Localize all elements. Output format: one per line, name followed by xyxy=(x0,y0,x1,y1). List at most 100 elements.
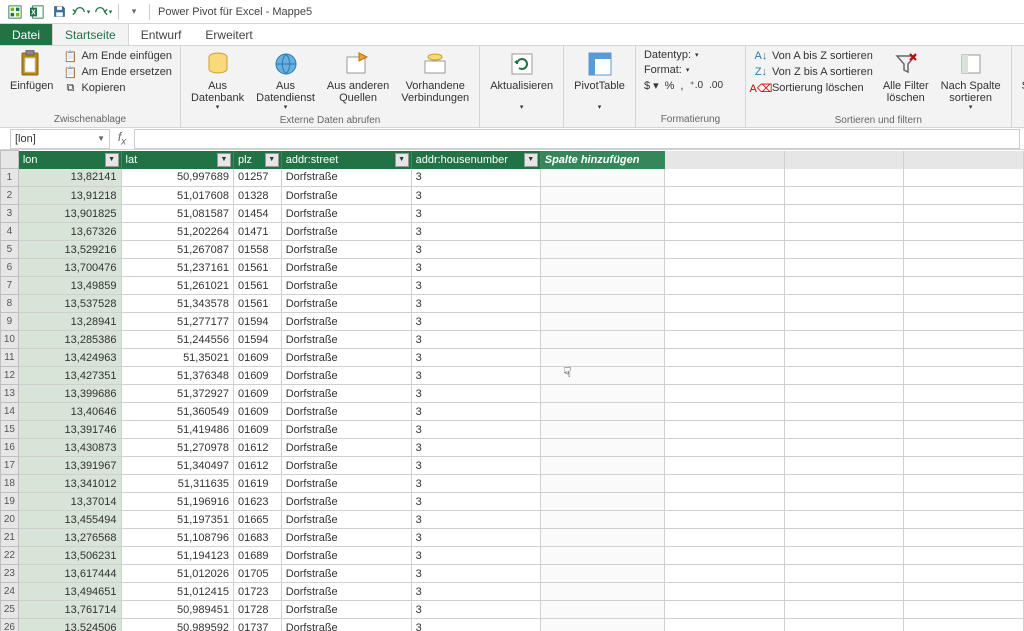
decrease-decimal-button[interactable]: .00 xyxy=(709,80,723,91)
existing-connections-button[interactable]: Vorhandene Verbindungen xyxy=(395,48,475,106)
cell[interactable]: 01471 xyxy=(233,223,281,241)
cell[interactable]: 13,424963 xyxy=(18,349,121,367)
cell[interactable]: 01558 xyxy=(233,241,281,259)
cell[interactable]: Dorfstraße xyxy=(281,313,411,331)
row-header[interactable]: 21 xyxy=(1,529,19,547)
cell[interactable]: 01609 xyxy=(233,349,281,367)
filter-icon[interactable]: ▼ xyxy=(217,153,231,167)
paste-button[interactable]: Einfügen xyxy=(4,48,59,94)
cell[interactable]: Dorfstraße xyxy=(281,331,411,349)
currency-button[interactable]: $ ▾ xyxy=(644,79,659,92)
cell[interactable]: 13,391967 xyxy=(18,457,121,475)
cell[interactable]: 01609 xyxy=(233,421,281,439)
cell-add[interactable] xyxy=(540,601,664,619)
cell-add[interactable] xyxy=(540,223,664,241)
cell-add[interactable] xyxy=(540,385,664,403)
cell[interactable]: Dorfstraße xyxy=(281,205,411,223)
column-header-addr-street[interactable]: addr:street▼ xyxy=(281,151,411,169)
namebox-dropdown-icon[interactable]: ▼ xyxy=(97,134,105,143)
tab-home[interactable]: Startseite xyxy=(52,24,129,45)
cell[interactable]: 01728 xyxy=(233,601,281,619)
cell[interactable]: 51,197351 xyxy=(121,511,233,529)
cell[interactable]: 13,506231 xyxy=(18,547,121,565)
cell-add[interactable] xyxy=(540,313,664,331)
row-header[interactable]: 4 xyxy=(1,223,19,241)
cell[interactable]: 01454 xyxy=(233,205,281,223)
cell[interactable]: 13,494651 xyxy=(18,583,121,601)
filter-icon[interactable]: ▼ xyxy=(395,153,409,167)
cell[interactable]: Dorfstraße xyxy=(281,169,411,187)
cell[interactable]: 51,081587 xyxy=(121,205,233,223)
cell-add[interactable] xyxy=(540,277,664,295)
cell[interactable]: 3 xyxy=(411,529,540,547)
row-header[interactable]: 9 xyxy=(1,313,19,331)
tab-advanced[interactable]: Erweitert xyxy=(193,24,264,45)
cell[interactable]: Dorfstraße xyxy=(281,259,411,277)
cell[interactable]: 01609 xyxy=(233,367,281,385)
cell[interactable]: 13,430873 xyxy=(18,439,121,457)
cell-add[interactable] xyxy=(540,439,664,457)
cell[interactable]: 01257 xyxy=(233,169,281,187)
paste-append-button[interactable]: 📋Am Ende einfügen xyxy=(59,48,176,64)
cell[interactable]: 3 xyxy=(411,547,540,565)
cell-add[interactable] xyxy=(540,475,664,493)
cell[interactable]: 01683 xyxy=(233,529,281,547)
formula-bar[interactable] xyxy=(134,129,1020,149)
cell[interactable]: 51,419486 xyxy=(121,421,233,439)
cell-add[interactable] xyxy=(540,529,664,547)
from-database-button[interactable]: Aus Datenbank▾ xyxy=(185,48,250,114)
cell-add[interactable] xyxy=(540,421,664,439)
cell[interactable]: 50,997689 xyxy=(121,169,233,187)
cell[interactable]: Dorfstraße xyxy=(281,277,411,295)
cell-add[interactable] xyxy=(540,565,664,583)
row-header[interactable]: 6 xyxy=(1,259,19,277)
paste-replace-button[interactable]: 📋Am Ende ersetzen xyxy=(59,64,176,80)
row-header[interactable]: 24 xyxy=(1,583,19,601)
cell[interactable]: 13,700476 xyxy=(18,259,121,277)
cell[interactable]: Dorfstraße xyxy=(281,547,411,565)
select-all-corner[interactable] xyxy=(1,151,19,169)
cell[interactable]: Dorfstraße xyxy=(281,421,411,439)
sort-by-column-button[interactable]: Nach Spalte sortieren▾ xyxy=(935,48,1007,114)
cell[interactable]: 01612 xyxy=(233,439,281,457)
cell[interactable]: 3 xyxy=(411,241,540,259)
row-header[interactable]: 23 xyxy=(1,565,19,583)
cell-add[interactable] xyxy=(540,511,664,529)
save-icon[interactable] xyxy=(49,2,69,22)
cell[interactable]: 13,529216 xyxy=(18,241,121,259)
column-header-plz[interactable]: plz▼ xyxy=(233,151,281,169)
cell-add[interactable] xyxy=(540,403,664,421)
cell-add[interactable] xyxy=(540,349,664,367)
redo-icon[interactable]: ▾ xyxy=(93,2,113,22)
cell[interactable]: 3 xyxy=(411,619,540,631)
cell[interactable]: 01623 xyxy=(233,493,281,511)
cell[interactable]: 13,761714 xyxy=(18,601,121,619)
cell[interactable]: 3 xyxy=(411,205,540,223)
cell[interactable]: 3 xyxy=(411,601,540,619)
cell-add[interactable] xyxy=(540,259,664,277)
cell[interactable]: 3 xyxy=(411,169,540,187)
tab-file[interactable]: Datei xyxy=(0,24,52,45)
name-box[interactable]: [lon]▼ xyxy=(10,129,110,149)
find-button[interactable]: Suchen xyxy=(1016,48,1024,94)
cell-add[interactable] xyxy=(540,493,664,511)
cell[interactable]: Dorfstraße xyxy=(281,529,411,547)
cell[interactable]: 13,399686 xyxy=(18,385,121,403)
cell[interactable]: 13,67326 xyxy=(18,223,121,241)
cell[interactable]: 13,276568 xyxy=(18,529,121,547)
cell[interactable]: 01723 xyxy=(233,583,281,601)
tab-design[interactable]: Entwurf xyxy=(129,24,194,45)
cell[interactable]: 3 xyxy=(411,403,540,421)
cell[interactable]: 13,901825 xyxy=(18,205,121,223)
row-header[interactable]: 1 xyxy=(1,169,19,187)
cell-add[interactable] xyxy=(540,583,664,601)
row-header[interactable]: 19 xyxy=(1,493,19,511)
column-header-addr-housenumber[interactable]: addr:housenumber▼ xyxy=(411,151,540,169)
cell[interactable]: Dorfstraße xyxy=(281,295,411,313)
refresh-button[interactable]: Aktualisieren▾ xyxy=(484,48,559,114)
pivottable-button[interactable]: PivotTable▾ xyxy=(568,48,631,114)
cell[interactable]: 13,285386 xyxy=(18,331,121,349)
cell[interactable]: 13,341012 xyxy=(18,475,121,493)
column-header-lat[interactable]: lat▼ xyxy=(121,151,233,169)
cell[interactable]: 3 xyxy=(411,295,540,313)
